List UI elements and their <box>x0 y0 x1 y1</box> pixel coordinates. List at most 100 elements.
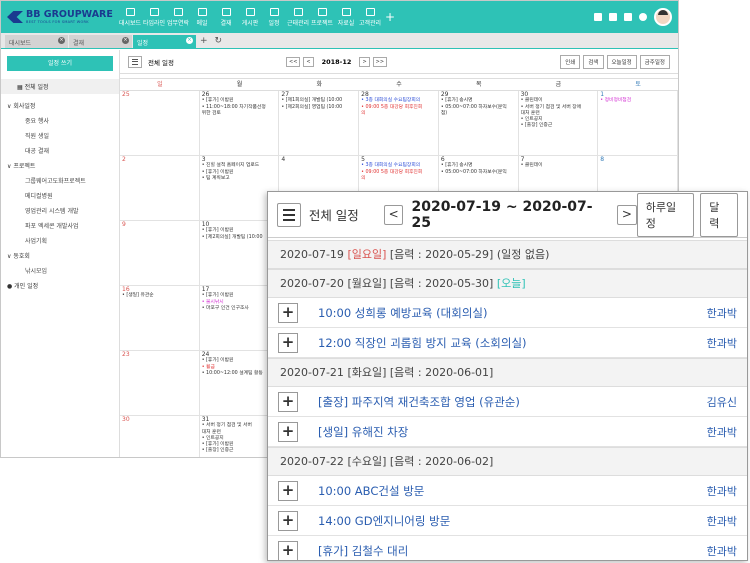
menu-item[interactable]: 결재 <box>215 7 237 27</box>
menu-item[interactable]: 프로젝트 <box>311 7 333 27</box>
menu-toggle-icon[interactable] <box>128 55 142 68</box>
day-cell[interactable]: 16 • [생일] 유관순 <box>120 286 200 351</box>
sidebar-item[interactable]: 직원 생일 <box>1 128 119 143</box>
prev-week-button[interactable]: < <box>383 204 404 225</box>
event-row[interactable]: + [출장] 파주지역 재건축조합 영업 (유관순) 김유신 <box>268 387 747 417</box>
avatar[interactable] <box>654 8 672 26</box>
expand-plus-icon[interactable]: + <box>278 302 298 323</box>
event-title[interactable]: [생일] 유해진 차장 <box>318 424 408 440</box>
event-row[interactable]: +14:00 GD엔지니어링 방문 한과박 <box>268 506 747 536</box>
sidebar-item[interactable]: 영업관리 시스템 개발 <box>1 203 119 218</box>
calendar-action-button[interactable]: 금주일정 <box>639 54 670 69</box>
network-icon[interactable] <box>594 13 602 21</box>
calendar-event[interactable]: • [출장] 인증근 <box>202 448 277 454</box>
menu-item[interactable]: 일정 <box>263 7 285 27</box>
org-chart-icon[interactable] <box>609 13 617 21</box>
tab-1[interactable]: 결재 × <box>69 35 132 48</box>
logo[interactable]: BB GROUPWARE BEST TOOLS FOR SMART WORK <box>7 10 119 24</box>
sidebar-item[interactable]: 대공 결재 <box>1 143 119 158</box>
event-title[interactable]: 10:00 성희롱 예방교육 (대회의실) <box>318 305 487 321</box>
event-title[interactable]: [출장] 파주지역 재건축조합 영업 (유관순) <box>318 394 520 410</box>
expand-plus-icon[interactable]: + <box>278 510 298 531</box>
day-cell[interactable]: 25 <box>120 91 200 156</box>
sidebar-group[interactable]: ∨ 동호회 <box>1 248 119 263</box>
tab-2[interactable]: 일정 × <box>133 35 196 48</box>
expand-plus-icon[interactable]: + <box>278 480 298 501</box>
calendar-event[interactable]: • 정비정비점검 <box>600 98 675 104</box>
day-cell[interactable]: 2 <box>120 156 200 221</box>
close-icon[interactable]: × <box>58 37 65 44</box>
day-cell[interactable]: 28 • 3층 대회의실 수요팀장회의 • 09:00 5층 대강당 회후진회 의 <box>359 91 439 156</box>
write-schedule-button[interactable]: 일정 쓰기 <box>7 56 113 71</box>
expand-plus-icon[interactable]: + <box>278 540 298 560</box>
calendar-event[interactable]: 점) <box>441 111 516 117</box>
calendar-event[interactable]: • 05:00~07:00 하자보수(문익 <box>441 170 516 176</box>
next-week-button[interactable]: > <box>616 204 637 225</box>
print-icon[interactable] <box>624 13 632 21</box>
close-icon[interactable]: × <box>122 37 129 44</box>
expand-plus-icon[interactable]: + <box>278 421 298 442</box>
sidebar-item[interactable]: 파포 엑세콘 개발사업 <box>1 218 119 233</box>
calendar-event[interactable]: • [출장] 인증근 <box>521 123 596 129</box>
day-cell[interactable]: 26 • [휴가] 이밤원 • 11:00~18:00 차기작품선정 위한 검토 <box>199 91 280 156</box>
expand-plus-icon[interactable]: + <box>278 332 298 353</box>
sidebar-item-all-schedule[interactable]: ▦ 전체 일정 <box>1 79 119 94</box>
calendar-event[interactable]: 위한 검토 <box>202 111 277 117</box>
event-row[interactable]: +12:00 직장인 괴롭힘 방지 교육 (소회의실) 한과박 <box>268 328 747 358</box>
menu-item[interactable]: 메일 <box>191 7 213 27</box>
close-icon[interactable]: × <box>186 37 193 44</box>
sidebar-item-personal[interactable]: ● 개인 일정 <box>1 278 119 293</box>
calendar-event[interactable]: 의 <box>361 111 436 117</box>
sidebar-group[interactable]: ∨ 회사일정 <box>1 98 119 113</box>
calendar-event[interactable]: • 마포구 인건 인구조사 <box>202 306 277 312</box>
event-title[interactable]: 10:00 ABC건설 방문 <box>318 483 424 499</box>
event-row[interactable]: + [생일] 유해진 차장 한과박 <box>268 417 747 447</box>
calendar-event[interactable]: 의 <box>361 176 436 182</box>
day-cell[interactable]: 9 <box>120 221 200 286</box>
menu-item[interactable]: 게시판 <box>239 7 261 27</box>
day-cell[interactable]: 23 <box>120 351 200 416</box>
calendar-event[interactable]: • [생일] 유관순 <box>122 293 197 299</box>
event-row[interactable]: +10:00 ABC건설 방문 한과박 <box>268 476 747 506</box>
power-icon[interactable] <box>639 13 647 21</box>
next-month-button[interactable]: > <box>359 56 370 67</box>
event-title[interactable]: 12:00 직장인 괴롭힘 방지 교육 (소회의실) <box>318 335 527 351</box>
day-cell[interactable]: 29 • [휴가] 송시명 • 05:00~07:00 하자보수(문익 점) <box>438 91 519 156</box>
calendar-event[interactable]: • 05:00~07:00 하자보수(문익 <box>441 105 516 111</box>
menu-item[interactable]: 업무연락 <box>167 7 189 27</box>
calendar-event[interactable]: • 팀 계획보고 <box>202 176 277 182</box>
menu-item[interactable]: 근태관리 <box>287 7 309 27</box>
calendar-event[interactable]: • 클린데이 <box>521 163 596 169</box>
event-title[interactable]: 14:00 GD엔지니어링 방문 <box>318 513 450 529</box>
event-row[interactable]: +10:00 성희롱 예방교육 (대회의실) 한과박 <box>268 298 747 328</box>
menu-item[interactable]: 고객관리 <box>359 7 381 27</box>
refresh-icon[interactable]: ↻ <box>212 35 226 48</box>
event-title[interactable]: [휴가] 김철수 대리 <box>318 543 408 559</box>
menu-item[interactable]: 타임라인 <box>143 7 165 27</box>
expand-plus-icon[interactable]: + <box>278 391 298 412</box>
calendar-action-button[interactable]: 인쇄 <box>560 54 581 69</box>
add-tab-icon[interactable]: + <box>197 35 211 48</box>
sidebar-item[interactable]: 메디컬병원 <box>1 188 119 203</box>
calendar-view-button[interactable]: 달력 <box>700 192 738 237</box>
calendar-event[interactable]: • [제2회의실] 개발팀 (10:00 <box>202 235 277 241</box>
calendar-action-button[interactable]: 검색 <box>583 54 604 69</box>
calendar-event[interactable]: • 11:00~18:00 차기작품선정 <box>202 105 277 111</box>
sidebar-item[interactable]: 낚시모임 <box>1 263 119 278</box>
calendar-event[interactable]: • [제2회의실] 영업팀 (10:00 <box>281 105 356 111</box>
sidebar-item[interactable]: 그룹웨어고도화프로젝트 <box>1 173 119 188</box>
sidebar-group[interactable]: ∨ 프로젝트 <box>1 158 119 173</box>
sidebar-item[interactable]: 사업기획 <box>1 233 119 248</box>
last-month-button[interactable]: >> <box>372 56 388 67</box>
menu-toggle-icon[interactable] <box>277 202 301 227</box>
first-month-button[interactable]: << <box>286 56 301 67</box>
prev-month-button[interactable]: < <box>303 56 314 67</box>
day-cell[interactable]: 30 <box>120 416 200 457</box>
daily-view-button[interactable]: 하루일정 <box>636 192 695 237</box>
event-row[interactable]: + [휴가] 김철수 대리 한과박 <box>268 536 747 560</box>
tab-0[interactable]: 대시보드 × <box>5 35 68 48</box>
calendar-event[interactable]: • 10:00~12:00 설계팀 활동 <box>202 371 277 377</box>
day-cell[interactable]: 1 • 정비정비점검 <box>598 91 678 156</box>
calendar-action-button[interactable]: 오늘일정 <box>606 54 637 69</box>
menu-item[interactable]: 대시보드 <box>119 7 141 27</box>
